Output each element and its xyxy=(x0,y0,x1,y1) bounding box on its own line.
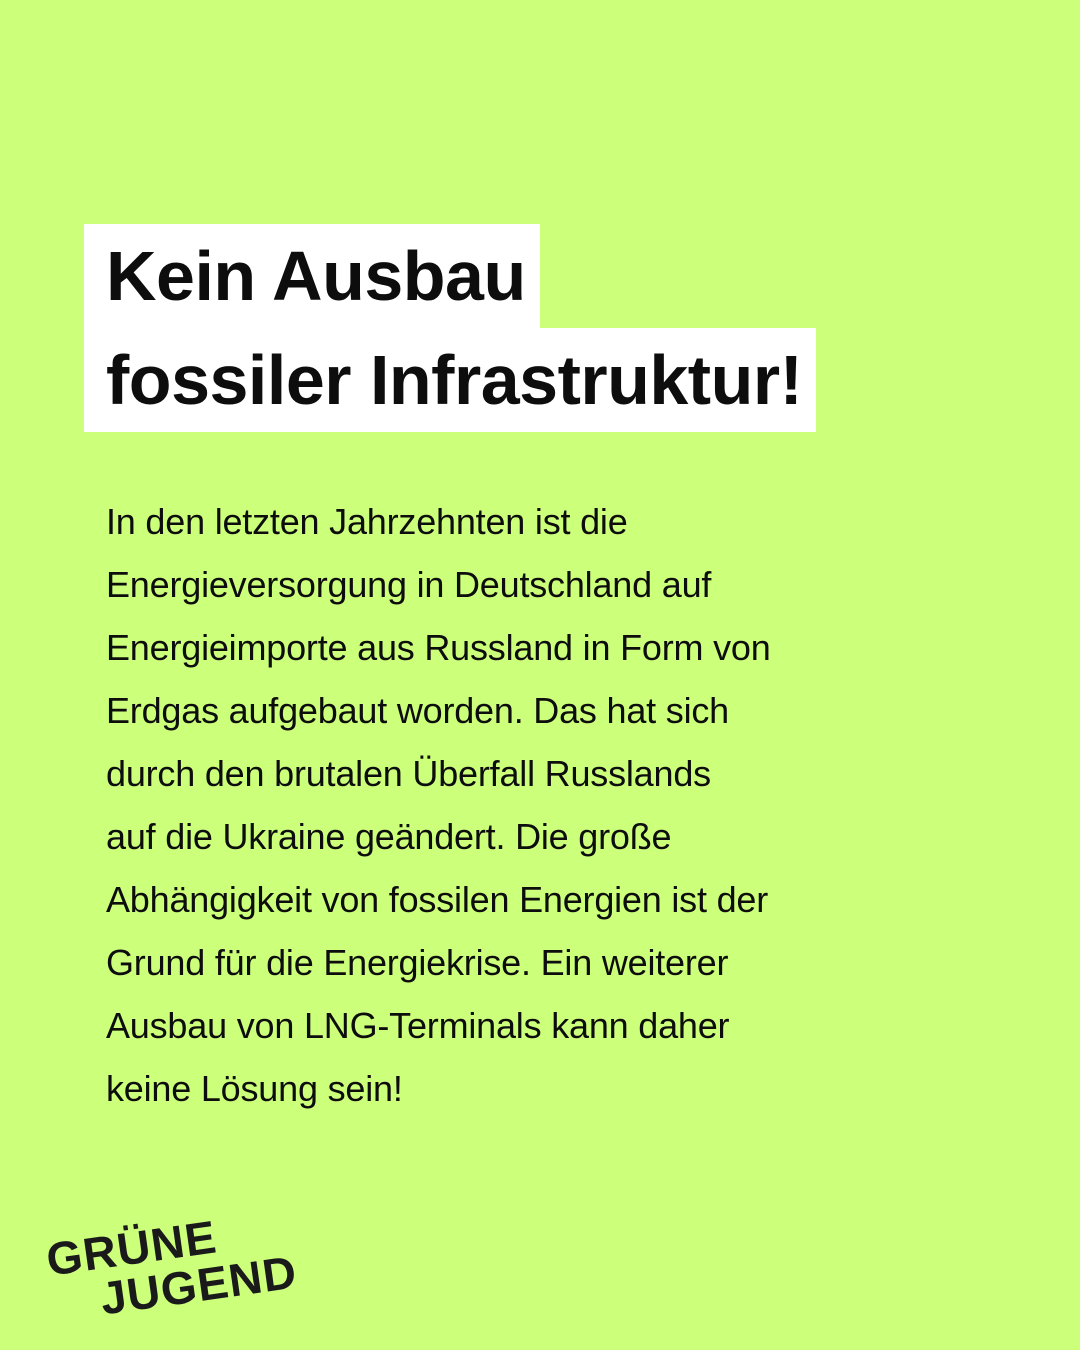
body-line: Grund für die Energiekrise. Ein weiterer xyxy=(106,942,729,983)
body-line: Energieversorgung in Deutschland auf xyxy=(106,564,712,605)
gruene-jugend-logo: GRÜNE JUGEND xyxy=(36,1175,318,1329)
body-line: In den letzten Jahrzehnten ist die xyxy=(106,501,628,542)
body-text: In den letzten Jahrzehnten ist die Energ… xyxy=(106,490,976,1120)
headline-line-1: Kein Ausbau xyxy=(84,224,540,328)
body-line: Erdgas aufgebaut worden. Das hat sich xyxy=(106,690,729,731)
body-line: keine Lösung sein! xyxy=(106,1068,403,1109)
body-line: Ausbau von LNG-Terminals kann daher xyxy=(106,1005,730,1046)
body-line: durch den brutalen Überfall Russlands xyxy=(106,753,711,794)
body-line: Energieimporte aus Russland in Form von xyxy=(106,627,771,668)
body-line: auf die Ukraine geändert. Die große xyxy=(106,816,672,857)
body-line: Abhängigkeit von fossilen Energien ist d… xyxy=(106,879,769,920)
headline-line-2: fossiler Infrastruktur! xyxy=(84,328,817,432)
headline: Kein Ausbau fossiler Infrastruktur! xyxy=(84,224,984,432)
